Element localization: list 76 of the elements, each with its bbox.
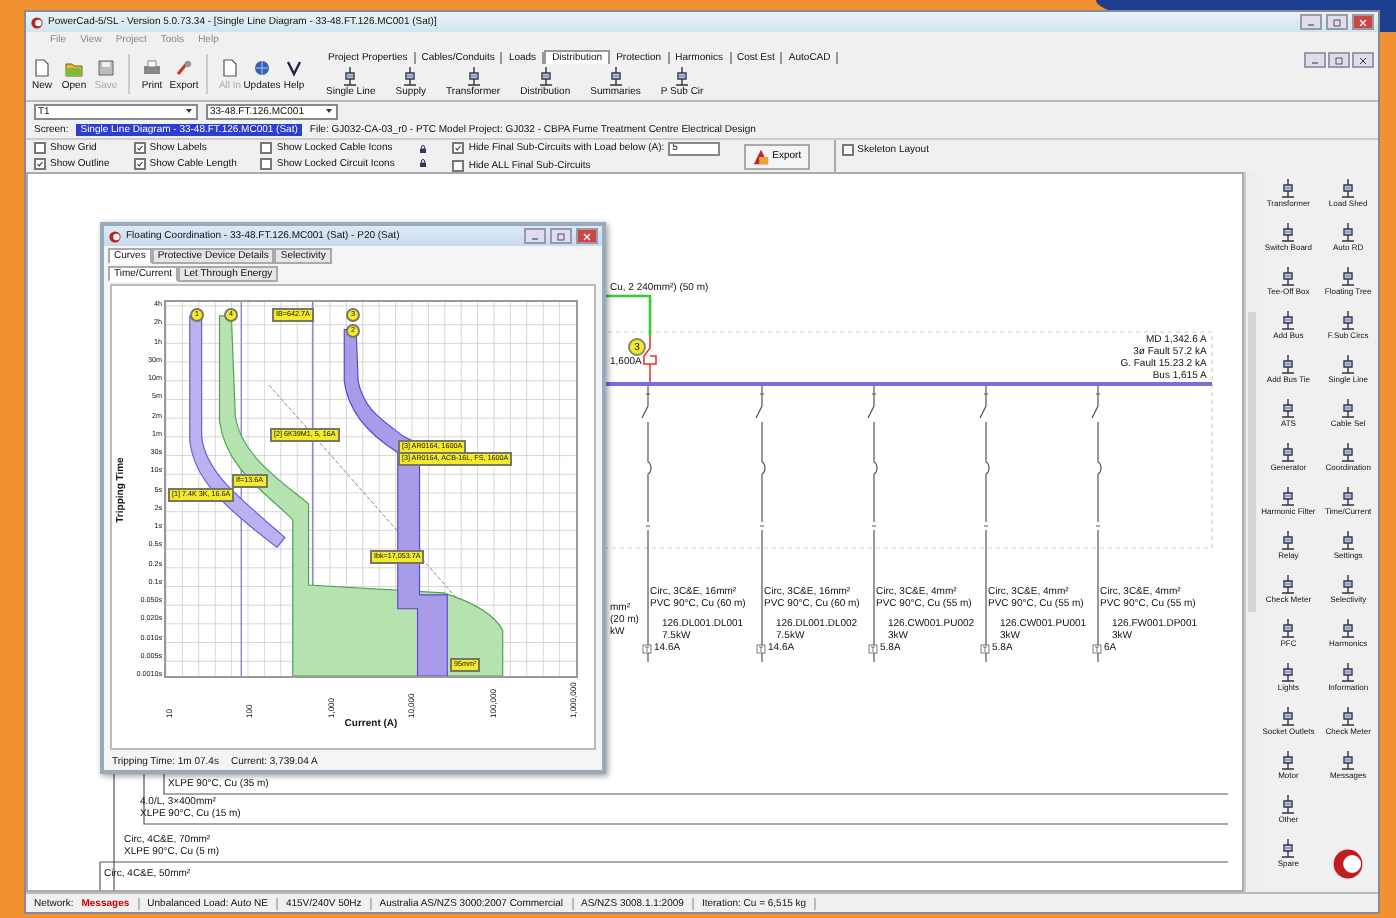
- schematic-icon: [1338, 222, 1359, 242]
- close-icon: [582, 231, 592, 241]
- schematic-icon: [1278, 178, 1299, 198]
- schematic-icon: [1278, 794, 1299, 814]
- checkbox[interactable]: [34, 158, 46, 170]
- schematic-icon: [1278, 310, 1299, 330]
- checkbox[interactable]: [260, 158, 273, 170]
- schematic-icon: [1278, 266, 1299, 286]
- schematic-icon: [1338, 706, 1359, 726]
- minimize-button[interactable]: [1304, 52, 1326, 68]
- caret-icon: [324, 106, 334, 116]
- doc-icon: [32, 57, 52, 77]
- checkbox[interactable]: [452, 159, 465, 171]
- schematic-icon: [1278, 838, 1299, 858]
- schematic-icon: [463, 66, 484, 86]
- schematic-icon: [1338, 574, 1359, 594]
- schematic-icon: [1278, 486, 1299, 506]
- checkbox[interactable]: [260, 142, 273, 154]
- close-icon: [1358, 55, 1368, 65]
- schematic-icon: [1278, 222, 1299, 242]
- checkbox[interactable]: [452, 142, 465, 154]
- schematic-icon: [1338, 750, 1359, 770]
- caret-icon: [184, 106, 194, 116]
- schematic-icon: [1338, 486, 1359, 506]
- schematic-icon: [1278, 398, 1299, 418]
- doc-icon: [220, 57, 240, 77]
- minimize-button[interactable]: [1300, 14, 1322, 30]
- checkbox[interactable]: [133, 142, 146, 154]
- schematic-icon: [1338, 530, 1359, 550]
- app-icon: [30, 15, 44, 29]
- minimize-button[interactable]: [524, 228, 546, 244]
- breaker-symbol: [643, 335, 657, 385]
- printer-icon: [142, 57, 162, 77]
- load-icon: [1092, 643, 1102, 653]
- close-button[interactable]: [1352, 52, 1374, 68]
- maximize-icon: [1334, 55, 1344, 65]
- schematic-icon: [1278, 750, 1299, 770]
- schematic-icon: [1338, 310, 1359, 330]
- maximize-icon: [556, 231, 566, 241]
- close-icon: [1358, 17, 1368, 27]
- lock-icon: [418, 158, 429, 168]
- schematic-icon: [1338, 354, 1359, 374]
- checkbox[interactable]: [34, 142, 46, 154]
- schematic-icon: [1278, 354, 1299, 374]
- app-icon: [108, 229, 122, 243]
- checkbox[interactable]: [841, 144, 854, 156]
- maximize-icon: [1332, 17, 1342, 27]
- schematic-icon: [1338, 178, 1359, 198]
- load-icon: [980, 643, 990, 653]
- folder-icon: [64, 57, 84, 77]
- schematic-icon: [1278, 706, 1299, 726]
- load-icon: [642, 643, 652, 653]
- schematic-icon: [1338, 266, 1359, 286]
- schematic-icon: [1278, 662, 1299, 682]
- schematic-icon: [1278, 618, 1299, 638]
- close-button[interactable]: [576, 228, 598, 244]
- schematic-icon: [1338, 618, 1359, 638]
- schematic-icon: [1278, 574, 1299, 594]
- load-icon: [756, 643, 766, 653]
- schematic-icon: [1338, 442, 1359, 462]
- schematic-icon: [1338, 662, 1359, 682]
- schematic-icon: [1278, 442, 1299, 462]
- schematic-icon: [535, 66, 556, 86]
- schematic-icon: [340, 66, 361, 86]
- load-icon: [868, 643, 878, 653]
- schematic-icon: [400, 66, 421, 86]
- cable-line: [606, 294, 652, 336]
- schematic-icon: [1338, 398, 1359, 418]
- lock-icon: [418, 144, 429, 154]
- schematic-icon: [1278, 530, 1299, 550]
- close-button[interactable]: [1352, 14, 1374, 30]
- checkbox[interactable]: [133, 158, 146, 170]
- schematic-icon: [672, 66, 693, 86]
- logo-icon: [1332, 848, 1365, 880]
- globe-icon: [252, 57, 272, 77]
- schematic-icon: [605, 66, 626, 86]
